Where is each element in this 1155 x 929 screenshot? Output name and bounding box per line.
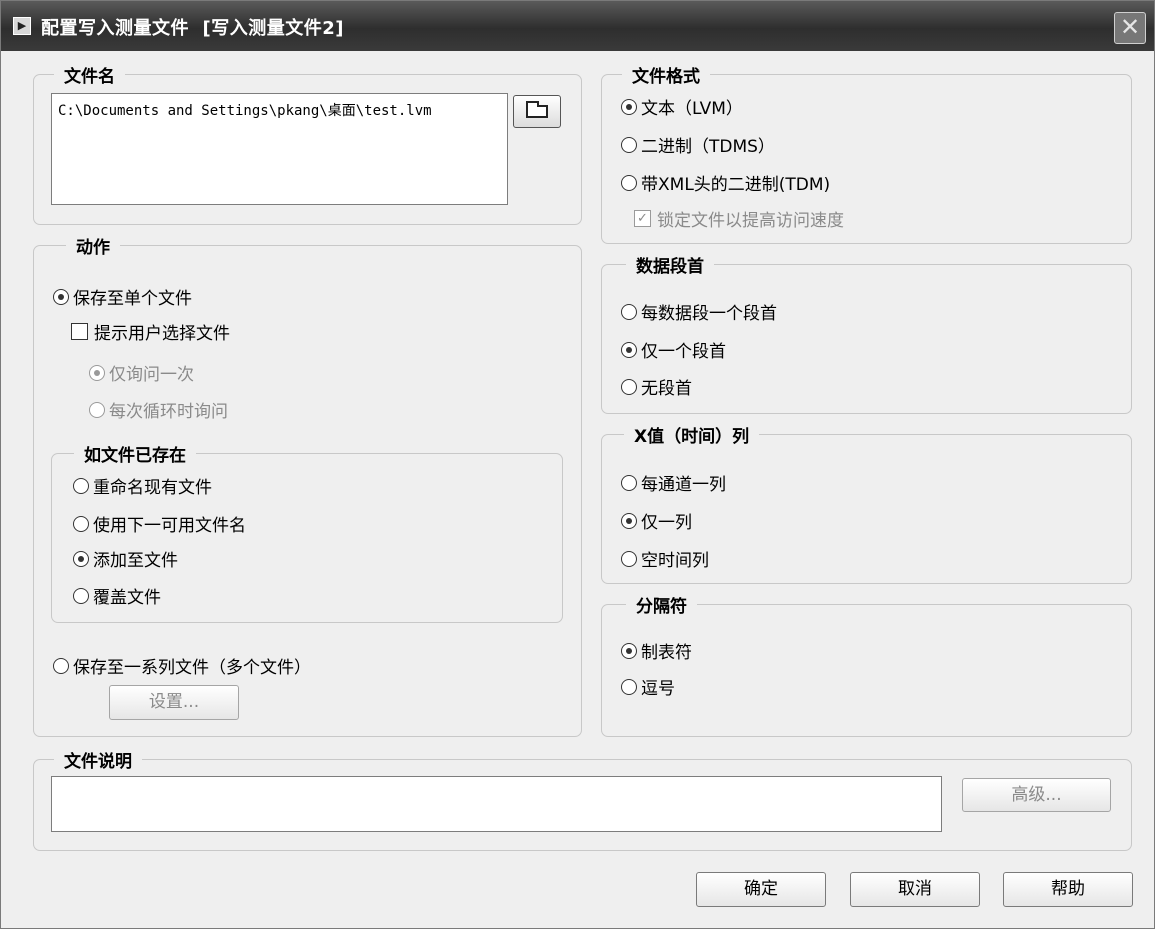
save-series-radio[interactable]: 保存至一系列文件（多个文件） (53, 653, 311, 678)
next-available-label: 使用下一可用文件名 (93, 516, 246, 536)
radio-indicator (621, 341, 637, 358)
checkbox-indicator (71, 323, 88, 340)
filename-field[interactable]: C:\Documents and Settings\pkang\桌面\test.… (51, 93, 508, 205)
delimiter-legend: 分隔符 (626, 592, 697, 617)
empty-time-radio[interactable]: 空时间列 (621, 546, 709, 571)
format-lvm-label: 文本（LVM） (641, 99, 743, 119)
if-exists-legend: 如文件已存在 (74, 441, 196, 466)
radio-indicator (73, 515, 89, 532)
prompt-user-label: 提示用户选择文件 (94, 324, 230, 344)
one-column-radio[interactable]: 仅一列 (621, 508, 692, 533)
radio-indicator (621, 303, 637, 320)
rename-existing-label: 重命名现有文件 (93, 478, 212, 498)
segment-header-legend: 数据段首 (626, 252, 714, 277)
per-channel-radio[interactable]: 每通道一列 (621, 470, 726, 495)
lock-file-checkbox[interactable]: ✓ 锁定文件以提高访问速度 (634, 206, 844, 231)
radio-indicator (73, 550, 89, 567)
ok-button[interactable]: 确定 (696, 872, 826, 907)
one-header-radio[interactable]: 仅一个段首 (621, 337, 726, 362)
x-column-legend: X值（时间）列 (624, 422, 760, 447)
filename-legend: 文件名 (54, 62, 125, 87)
radio-indicator (621, 642, 637, 659)
ask-each-loop-label: 每次循环时询问 (109, 402, 228, 422)
per-channel-label: 每通道一列 (641, 475, 726, 495)
no-header-label: 无段首 (641, 379, 692, 399)
radio-indicator (621, 378, 637, 395)
comma-delimiter-label: 逗号 (641, 679, 675, 699)
radio-indicator (621, 474, 637, 491)
checkbox-indicator: ✓ (634, 210, 651, 227)
comma-delimiter-radio[interactable]: 逗号 (621, 674, 675, 699)
rename-existing-radio[interactable]: 重命名现有文件 (73, 473, 212, 498)
overwrite-radio[interactable]: 覆盖文件 (73, 583, 161, 608)
no-header-radio[interactable]: 无段首 (621, 374, 692, 399)
lock-file-label: 锁定文件以提高访问速度 (657, 211, 844, 231)
per-segment-radio[interactable]: 每数据段一个段首 (621, 299, 777, 324)
description-field[interactable] (51, 776, 942, 832)
radio-indicator (621, 98, 637, 115)
empty-time-label: 空时间列 (641, 551, 709, 571)
format-tdms-label: 二进制（TDMS） (641, 137, 775, 157)
window-title: 配置写入测量文件 [写入测量文件2] (41, 18, 345, 39)
one-column-label: 仅一列 (641, 513, 692, 533)
ask-each-loop-radio[interactable]: 每次循环时询问 (89, 397, 228, 422)
radio-indicator (73, 587, 89, 604)
format-tdms-radio[interactable]: 二进制（TDMS） (621, 132, 775, 157)
action-legend: 动作 (66, 233, 120, 258)
file-format-legend: 文件格式 (622, 62, 710, 87)
tab-delimiter-label: 制表符 (641, 643, 692, 663)
description-legend: 文件说明 (54, 747, 142, 772)
ask-once-label: 仅询问一次 (109, 365, 194, 385)
advanced-button[interactable]: 高级... (962, 778, 1111, 812)
radio-indicator (621, 136, 637, 153)
cancel-button[interactable]: 取消 (850, 872, 980, 907)
dialog-window: ▶ 配置写入测量文件 [写入测量文件2] ✕ 文件名 C:\Documents … (0, 0, 1155, 929)
prompt-user-checkbox[interactable]: 提示用户选择文件 (71, 319, 230, 344)
radio-indicator (53, 657, 69, 674)
radio-indicator (53, 288, 69, 305)
close-button[interactable]: ✕ (1114, 12, 1146, 44)
radio-indicator (89, 401, 105, 418)
ask-once-radio[interactable]: 仅询问一次 (89, 360, 194, 385)
overwrite-label: 覆盖文件 (93, 588, 161, 608)
folder-icon (526, 101, 548, 118)
next-available-radio[interactable]: 使用下一可用文件名 (73, 511, 246, 536)
help-button[interactable]: 帮助 (1003, 872, 1133, 907)
title-bar: ▶ 配置写入测量文件 [写入测量文件2] ✕ (1, 1, 1154, 51)
one-header-label: 仅一个段首 (641, 342, 726, 362)
radio-indicator (621, 678, 637, 695)
save-single-label: 保存至单个文件 (73, 289, 192, 309)
radio-indicator (73, 477, 89, 494)
browse-button[interactable] (513, 95, 561, 128)
per-segment-label: 每数据段一个段首 (641, 304, 777, 324)
append-radio[interactable]: 添加至文件 (73, 546, 178, 571)
radio-indicator (621, 174, 637, 191)
delimiter-group: 分隔符 (601, 592, 1132, 737)
format-tdm-radio[interactable]: 带XML头的二进制(TDM) (621, 170, 830, 195)
tab-delimiter-radio[interactable]: 制表符 (621, 638, 692, 663)
format-lvm-radio[interactable]: 文本（LVM） (621, 94, 743, 119)
radio-indicator (621, 512, 637, 529)
format-tdm-label: 带XML头的二进制(TDM) (641, 175, 831, 195)
append-label: 添加至文件 (93, 551, 178, 571)
labview-express-icon: ▶ (13, 17, 31, 35)
save-single-radio[interactable]: 保存至单个文件 (53, 284, 192, 309)
settings-button[interactable]: 设置... (109, 685, 239, 720)
radio-indicator (89, 364, 105, 381)
radio-indicator (621, 550, 637, 567)
save-series-label: 保存至一系列文件（多个文件） (73, 658, 311, 678)
